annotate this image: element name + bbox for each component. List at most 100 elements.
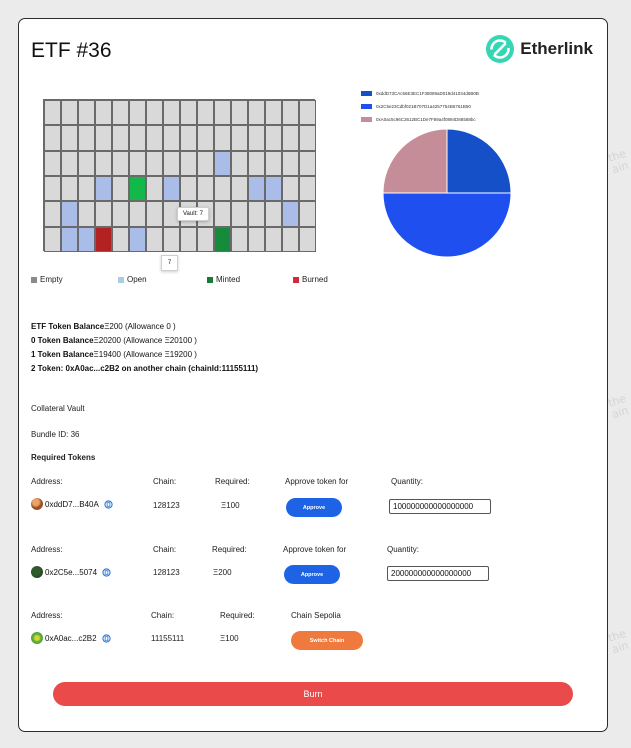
vault-cell-empty[interactable]: [231, 125, 248, 151]
vault-cell-open[interactable]: [265, 175, 282, 202]
vault-cell-empty[interactable]: [112, 201, 129, 227]
switch-chain-button[interactable]: Switch Chain: [291, 631, 363, 650]
vault-cell-empty[interactable]: [44, 100, 61, 126]
vault-cell-open[interactable]: [129, 226, 146, 252]
vault-cell-empty[interactable]: [146, 201, 163, 227]
vault-cell-empty[interactable]: [78, 175, 95, 202]
vault-cell-empty[interactable]: [146, 226, 163, 252]
vault-cell-empty[interactable]: [78, 201, 95, 227]
vault-cell-empty[interactable]: [61, 125, 78, 151]
vault-cell-empty[interactable]: [44, 125, 61, 151]
vault-cell-empty[interactable]: [197, 125, 214, 151]
vault-cell-empty[interactable]: [112, 175, 129, 202]
vault-cell-empty[interactable]: [265, 201, 282, 227]
vault-cell-empty[interactable]: [197, 175, 214, 202]
vault-cell-open[interactable]: [282, 201, 299, 227]
vault-cell-empty[interactable]: [95, 150, 112, 176]
vault-cell-open[interactable]: [61, 201, 78, 227]
approve-button[interactable]: Approve: [286, 498, 342, 517]
vault-cell-empty[interactable]: [265, 226, 282, 252]
vault-cell-open[interactable]: [214, 150, 231, 176]
vault-cell-empty[interactable]: [265, 125, 282, 151]
vault-cell-empty[interactable]: [265, 150, 282, 176]
vault-cell-open[interactable]: [61, 226, 78, 252]
vault-cell-empty[interactable]: [95, 100, 112, 126]
vault-cell-empty[interactable]: [180, 150, 197, 176]
burn-button[interactable]: Burn: [53, 682, 573, 706]
approve-button[interactable]: Approve: [284, 565, 340, 584]
vault-cell-empty[interactable]: [231, 201, 248, 227]
vault-cell-empty[interactable]: [146, 150, 163, 176]
vault-cell-empty[interactable]: [163, 226, 180, 252]
vault-cell-empty[interactable]: [163, 125, 180, 151]
vault-cell-empty[interactable]: [78, 100, 95, 126]
vault-cell-empty[interactable]: [180, 175, 197, 202]
vault-cell-empty[interactable]: [78, 150, 95, 176]
vault-cell-empty[interactable]: [163, 100, 180, 126]
vault-cell-empty[interactable]: [129, 150, 146, 176]
vault-cell-empty[interactable]: [61, 100, 78, 126]
vault-cell-empty[interactable]: [129, 125, 146, 151]
vault-cell-empty[interactable]: [231, 175, 248, 202]
vault-cell-empty[interactable]: [299, 150, 316, 176]
vault-cell-empty[interactable]: [231, 226, 248, 252]
vault-cell-empty[interactable]: [265, 100, 282, 126]
vault-cell-empty[interactable]: [180, 226, 197, 252]
vault-cell-empty[interactable]: [282, 226, 299, 252]
vault-cell-empty[interactable]: [282, 125, 299, 151]
vault-cell-empty[interactable]: [282, 100, 299, 126]
vault-cell-empty[interactable]: [231, 100, 248, 126]
copy-icon[interactable]: [101, 633, 111, 643]
vault-cell-empty[interactable]: [299, 201, 316, 227]
vault-cell-empty[interactable]: [299, 175, 316, 202]
vault-cell-empty[interactable]: [112, 125, 129, 151]
vault-cell-open[interactable]: [163, 175, 180, 202]
vault-cell-empty[interactable]: [282, 150, 299, 176]
vault-cell-empty[interactable]: [78, 125, 95, 151]
vault-cell-empty[interactable]: [146, 100, 163, 126]
vault-cell-empty[interactable]: [180, 125, 197, 151]
vault-cell-empty[interactable]: [197, 150, 214, 176]
vault-cell-empty[interactable]: [248, 100, 265, 126]
vault-cell-open[interactable]: [248, 175, 265, 202]
vault-cell-empty[interactable]: [248, 125, 265, 151]
vault-cell-empty[interactable]: [214, 100, 231, 126]
vault-cell-empty[interactable]: [299, 226, 316, 252]
vault-cell-empty[interactable]: [129, 201, 146, 227]
vault-cell-empty[interactable]: [146, 175, 163, 202]
vault-cell-empty[interactable]: [44, 201, 61, 227]
vault-cell-empty[interactable]: [61, 150, 78, 176]
vault-cell-empty[interactable]: [44, 175, 61, 202]
vault-cell-open[interactable]: [95, 175, 112, 202]
vault-cell-empty[interactable]: [61, 175, 78, 202]
vault-cell-burned[interactable]: [95, 226, 112, 252]
vault-cell-empty[interactable]: [197, 100, 214, 126]
vault-cell-empty[interactable]: [112, 150, 129, 176]
quantity-input[interactable]: 200000000000000000: [387, 566, 489, 581]
vault-cell-empty[interactable]: [282, 175, 299, 202]
vault-cell-empty[interactable]: [44, 150, 61, 176]
vault-cell-empty[interactable]: [214, 201, 231, 227]
vault-cell-empty[interactable]: [180, 100, 197, 126]
vault-cell-empty[interactable]: [112, 100, 129, 126]
vault-cell-minted2[interactable]: [214, 226, 231, 252]
vault-cell-empty[interactable]: [299, 100, 316, 126]
vault-cell-open[interactable]: [78, 226, 95, 252]
quantity-input[interactable]: 100000000000000000: [389, 499, 491, 514]
vault-cell-empty[interactable]: [146, 125, 163, 151]
vault-cell-empty[interactable]: [299, 125, 316, 151]
vault-cell-empty[interactable]: [248, 201, 265, 227]
vault-cell-empty[interactable]: [214, 175, 231, 202]
vault-cell-minted[interactable]: [129, 175, 146, 202]
copy-icon[interactable]: [104, 499, 113, 509]
vault-cell-empty[interactable]: [248, 226, 265, 252]
vault-cell-empty[interactable]: [112, 226, 129, 252]
vault-cell-empty[interactable]: [231, 150, 248, 176]
vault-cell-empty[interactable]: [95, 125, 112, 151]
vault-cell-empty[interactable]: [163, 150, 180, 176]
copy-icon[interactable]: [102, 567, 111, 577]
vault-cell-empty[interactable]: [197, 226, 214, 252]
vault-cell-empty[interactable]: [248, 150, 265, 176]
vault-cell-empty[interactable]: [44, 226, 61, 252]
vault-cell-empty[interactable]: [129, 100, 146, 126]
